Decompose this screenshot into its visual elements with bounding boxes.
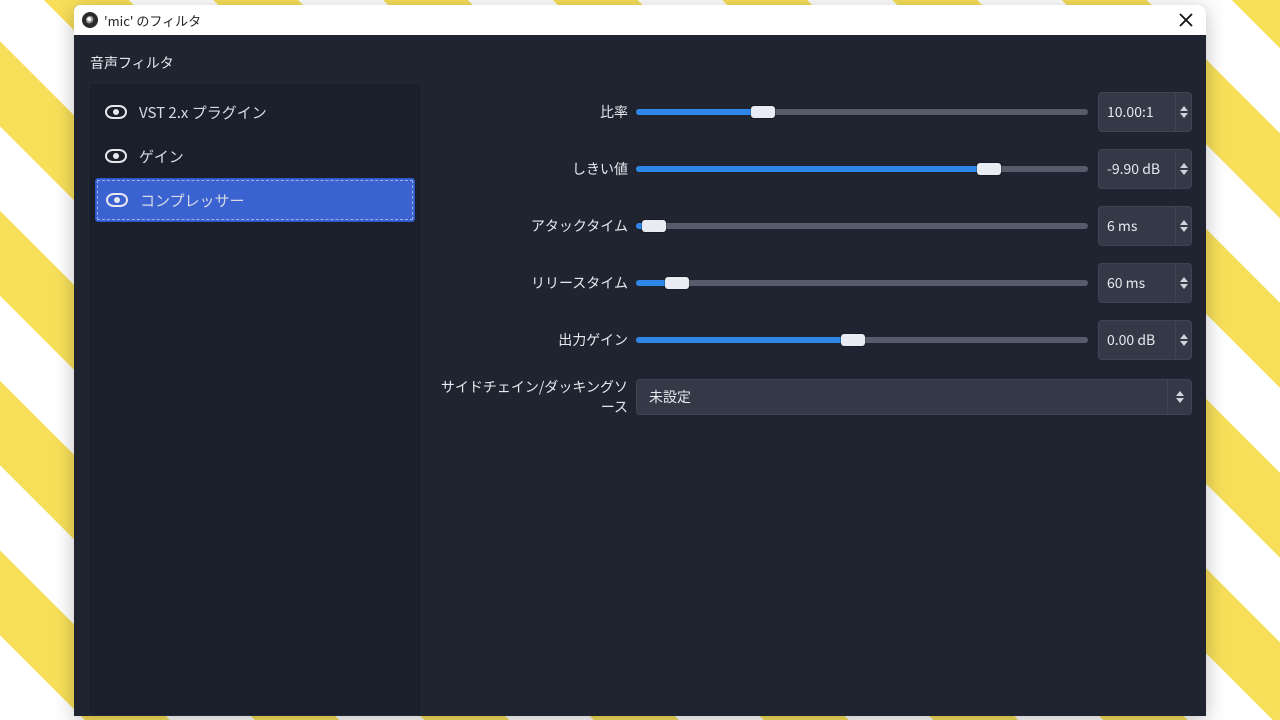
ratio-slider[interactable]	[636, 109, 1088, 115]
param-label: しきい値	[440, 159, 636, 179]
slider-fill	[636, 109, 763, 115]
filter-item-label: コンプレッサー	[140, 190, 245, 211]
visibility-icon[interactable]	[105, 105, 127, 119]
visibility-icon[interactable]	[106, 193, 128, 207]
slider-fill	[636, 337, 853, 343]
close-icon	[1179, 13, 1193, 27]
slider-area: 10.00:1	[636, 92, 1192, 132]
param-row-ratio: 比率 10.00:1	[440, 83, 1192, 140]
spinbox-value: 6 ms	[1107, 216, 1175, 236]
spinbox-value: 0.00 dB	[1107, 330, 1175, 350]
obs-icon	[82, 12, 98, 28]
filter-list: VST 2.x プラグイン ゲイン コンプレッサー	[88, 83, 422, 716]
spinbox-arrows	[1175, 150, 1191, 188]
output-gain-spinbox[interactable]: 0.00 dB	[1098, 320, 1192, 360]
slider-fill	[636, 166, 989, 172]
attack-spinbox[interactable]: 6 ms	[1098, 206, 1192, 246]
param-label: 比率	[440, 102, 636, 122]
spinbox-arrows	[1175, 207, 1191, 245]
slider-thumb[interactable]	[665, 277, 689, 289]
filter-item-vst[interactable]: VST 2.x プラグイン	[95, 90, 415, 134]
output-gain-slider[interactable]	[636, 337, 1088, 343]
param-label: 出力ゲイン	[440, 330, 636, 350]
spinbox-arrows	[1175, 264, 1191, 302]
content-area: VST 2.x プラグイン ゲイン コンプレッサー 比率	[88, 83, 1192, 716]
slider-thumb[interactable]	[642, 220, 666, 232]
slider-area: 0.00 dB	[636, 320, 1192, 360]
param-row-attack: アタックタイム 6 ms	[440, 197, 1192, 254]
slider-thumb[interactable]	[841, 334, 865, 346]
chevron-down-icon[interactable]	[1180, 284, 1188, 289]
spinbox-arrows	[1175, 93, 1191, 131]
titlebar: 'mic' のフィルタ	[74, 5, 1206, 35]
close-button[interactable]	[1172, 8, 1200, 32]
slider-area: -9.90 dB	[636, 149, 1192, 189]
chevron-down-icon[interactable]	[1180, 170, 1188, 175]
chevron-up-icon[interactable]	[1180, 106, 1188, 111]
filter-item-gain[interactable]: ゲイン	[95, 134, 415, 178]
chevron-down-icon[interactable]	[1180, 113, 1188, 118]
filter-item-label: VST 2.x プラグイン	[139, 102, 267, 123]
filter-item-label: ゲイン	[139, 146, 184, 167]
visibility-icon[interactable]	[105, 149, 127, 163]
chevron-up-icon[interactable]	[1180, 277, 1188, 282]
release-slider[interactable]	[636, 280, 1088, 286]
chevron-down-icon[interactable]	[1176, 398, 1184, 403]
spinbox-value: 10.00:1	[1107, 102, 1175, 122]
parameter-panel: 比率 10.00:1	[436, 83, 1192, 716]
select-value: 未設定	[649, 387, 1167, 407]
param-row-output-gain: 出力ゲイン 0.00 dB	[440, 311, 1192, 368]
chevron-up-icon[interactable]	[1180, 334, 1188, 339]
ratio-spinbox[interactable]: 10.00:1	[1098, 92, 1192, 132]
sidechain-select[interactable]: 未設定	[636, 379, 1192, 415]
slider-area: 6 ms	[636, 206, 1192, 246]
slider-thumb[interactable]	[977, 163, 1001, 175]
param-row-release: リリースタイム 60 ms	[440, 254, 1192, 311]
param-label: リリースタイム	[440, 273, 636, 293]
attack-slider[interactable]	[636, 223, 1088, 229]
filter-item-compressor[interactable]: コンプレッサー	[95, 178, 415, 222]
slider-thumb[interactable]	[751, 106, 775, 118]
param-label: アタックタイム	[440, 216, 636, 236]
select-arrows	[1167, 380, 1191, 414]
param-row-sidechain: サイドチェイン/ダッキングソース 未設定	[440, 376, 1192, 418]
param-label: サイドチェイン/ダッキングソース	[440, 377, 636, 417]
filters-dialog: 'mic' のフィルタ 音声フィルタ VST 2.x プラグイン ゲイン	[74, 5, 1206, 716]
slider-area: 60 ms	[636, 263, 1192, 303]
chevron-up-icon[interactable]	[1176, 391, 1184, 396]
spinbox-arrows	[1175, 321, 1191, 359]
param-row-threshold: しきい値 -9.90 dB	[440, 140, 1192, 197]
release-spinbox[interactable]: 60 ms	[1098, 263, 1192, 303]
threshold-spinbox[interactable]: -9.90 dB	[1098, 149, 1192, 189]
dialog-body: 音声フィルタ VST 2.x プラグイン ゲイン コンプレッサー 比	[74, 35, 1206, 716]
chevron-up-icon[interactable]	[1180, 220, 1188, 225]
spinbox-value: 60 ms	[1107, 273, 1175, 293]
chevron-down-icon[interactable]	[1180, 227, 1188, 232]
spinbox-value: -9.90 dB	[1107, 159, 1175, 179]
audio-filters-heading: 音声フィルタ	[90, 53, 1192, 73]
window-title: 'mic' のフィルタ	[104, 11, 1172, 30]
threshold-slider[interactable]	[636, 166, 1088, 172]
chevron-down-icon[interactable]	[1180, 341, 1188, 346]
chevron-up-icon[interactable]	[1180, 163, 1188, 168]
